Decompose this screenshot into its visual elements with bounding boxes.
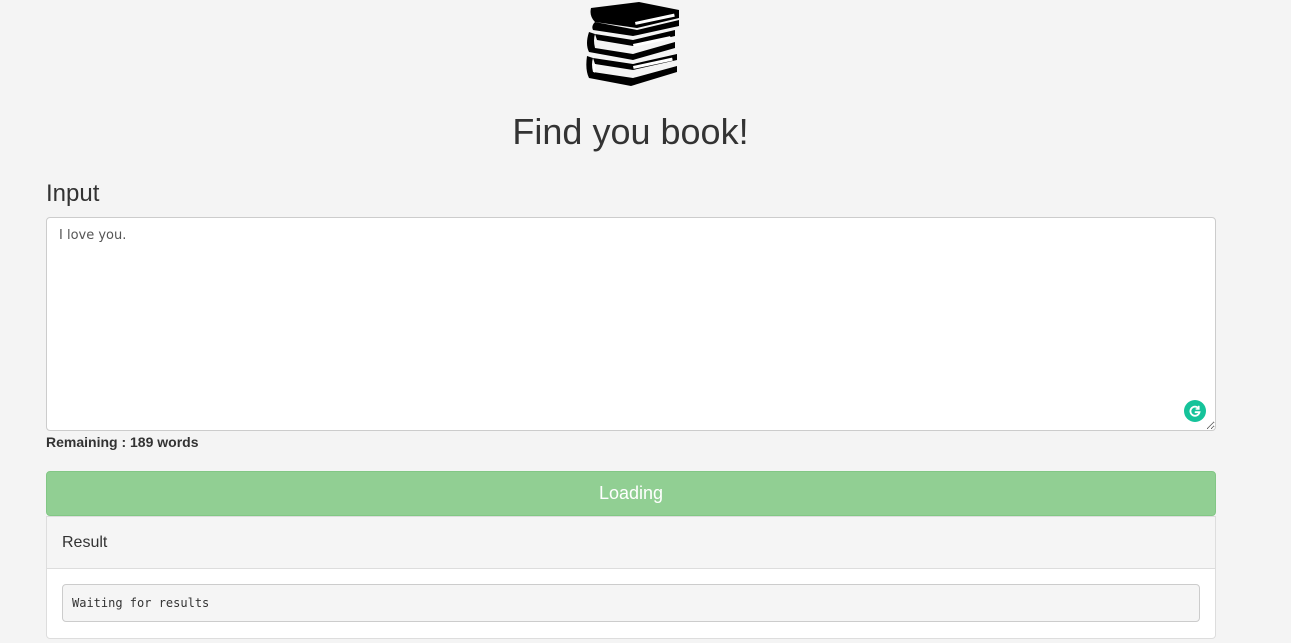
loading-button[interactable]: Loading <box>46 471 1216 516</box>
input-label: Input <box>46 180 100 207</box>
grammarly-g-glyph <box>1189 405 1201 417</box>
result-body: Waiting for results <box>47 569 1215 637</box>
page-title: Find you book! <box>512 111 749 152</box>
input-textarea-wrapper: I love you. <box>46 217 1216 431</box>
books-stack-icon <box>586 2 679 86</box>
result-panel: Result Waiting for results <box>46 516 1216 639</box>
result-output: Waiting for results <box>62 584 1200 622</box>
grammarly-icon[interactable] <box>1184 400 1206 422</box>
page: Find you book! Input I love you. Remaini… <box>0 0 1291 643</box>
result-heading: Result <box>47 517 1215 569</box>
input-textarea[interactable]: I love you. <box>46 217 1216 431</box>
remaining-words-counter: Remaining : 189 words <box>46 434 199 450</box>
